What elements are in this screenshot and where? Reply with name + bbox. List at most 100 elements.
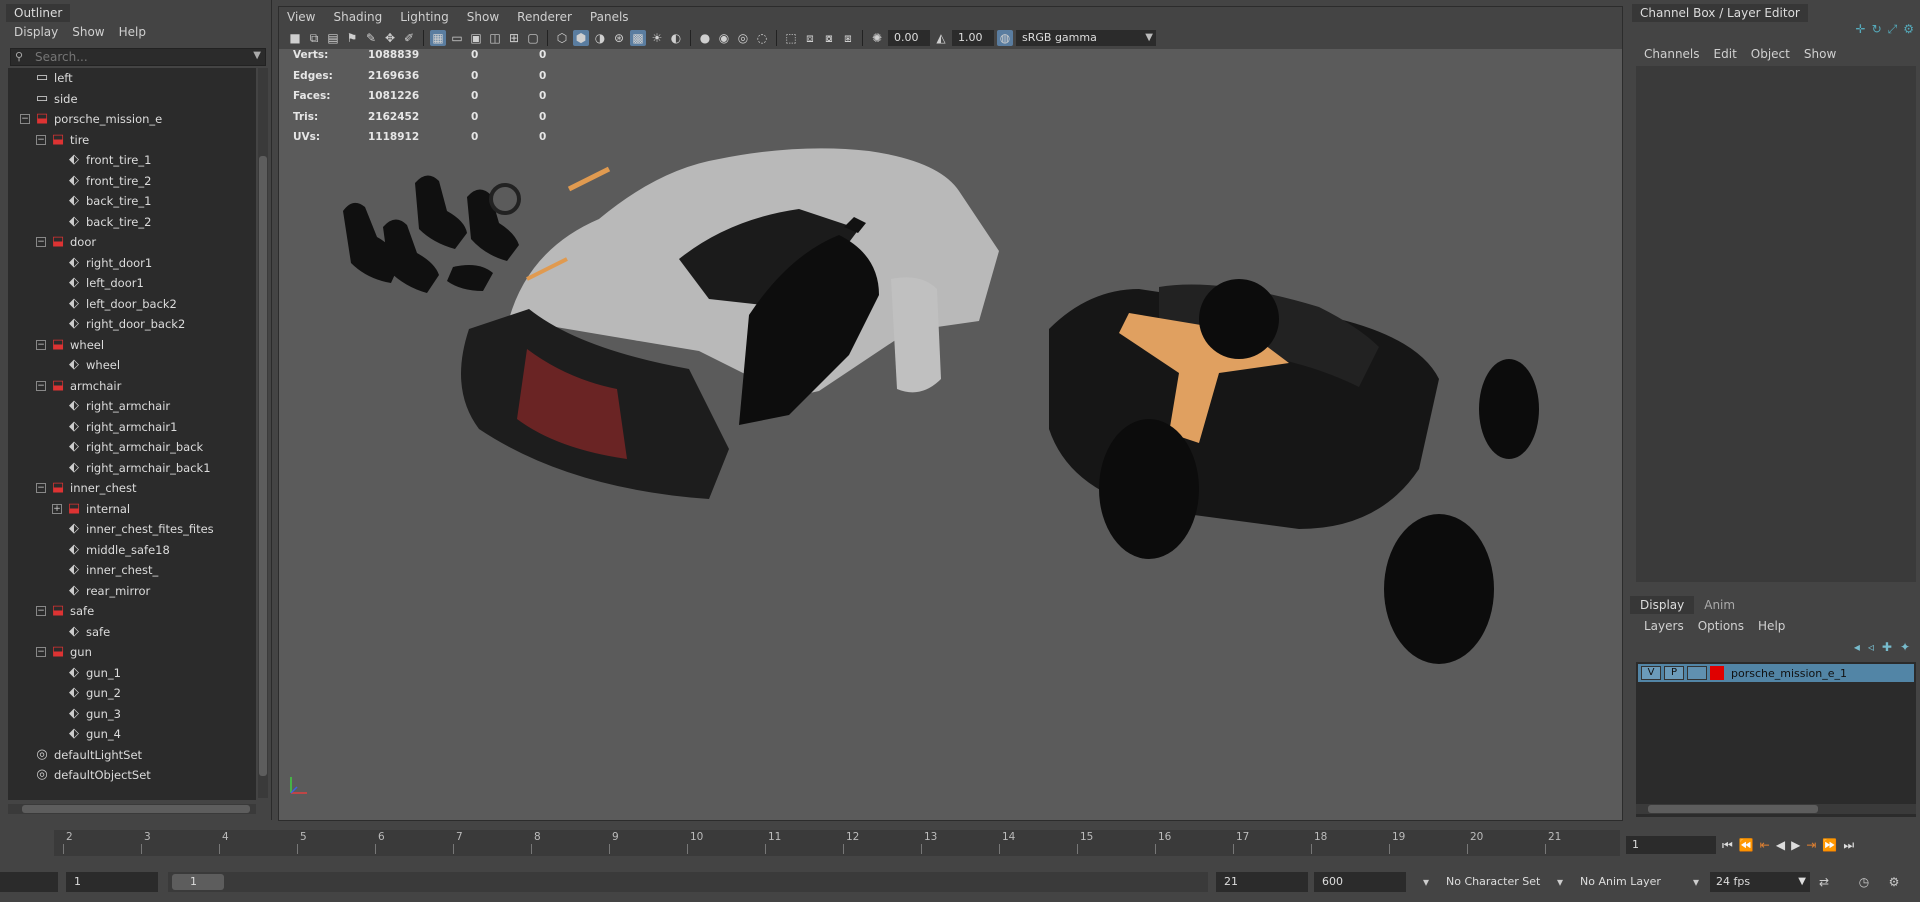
default-material-icon[interactable]: ◑ [592,30,608,46]
auto-key-icon[interactable]: ◷ [1856,874,1872,890]
outliner-item[interactable]: ⬖ back_tire_2 [8,212,256,233]
outliner-item[interactable]: ⬖ left_door1 [8,273,256,294]
outliner-item[interactable]: ⬖ safe [8,622,256,643]
outliner-item[interactable]: ⬖ right_door1 [8,253,256,274]
motion-blur-icon[interactable]: ◉ [716,30,732,46]
loop-icon[interactable]: ⇄ [1816,874,1832,890]
outliner-item[interactable]: ⬖ wheel [8,355,256,376]
go-to-start-icon[interactable]: ⏮ [1722,838,1733,853]
step-forward-key-icon[interactable]: ⏩ [1822,838,1837,852]
animation-preferences-icon[interactable]: ⚙ [1886,874,1902,890]
collapse-icon[interactable]: − [36,134,46,145]
color-management-icon[interactable]: ◍ [997,30,1013,46]
resolution-gate-icon[interactable]: ▣ [468,30,484,46]
le-menu-options[interactable]: Options [1698,616,1744,636]
move-tool-icon[interactable]: ✛ [1856,22,1866,37]
outliner-item[interactable]: ⬖ rear_mirror [8,581,256,602]
rotate-tool-icon[interactable]: ↻ [1872,22,1882,37]
anim-layer-icon[interactable]: ▾ [1552,874,1568,890]
layer-display-type-toggle[interactable] [1687,666,1707,680]
step-back-frame-icon[interactable]: ⇤ [1760,838,1770,852]
outliner-item[interactable]: ⬖ gun_3 [8,704,256,725]
outliner-tab[interactable]: Outliner [6,4,71,22]
image-plane-icon[interactable]: ✎ [363,30,379,46]
outliner-item[interactable]: ⬖ inner_chest_fites_fites [8,519,256,540]
gate-mask-icon[interactable]: ◫ [487,30,503,46]
viewport-menu-lighting[interactable]: Lighting [400,7,449,27]
new-layer-icon[interactable]: ✚ [1882,640,1892,654]
use-all-lights-icon[interactable]: ☀ [649,30,665,46]
outliner-item[interactable]: + ⬓ internal [8,499,256,520]
exposure-icon[interactable]: ✺ [869,30,885,46]
collapse-icon[interactable]: − [36,647,46,657]
move-layer-up-icon[interactable]: ◂ [1854,640,1860,654]
collapse-icon[interactable]: − [36,483,46,493]
outliner-item[interactable]: − ⬓ wheel [8,335,256,356]
isolate-select-icon[interactable]: ⬚ [783,30,799,46]
range-slider-track[interactable]: 1 [168,872,1208,892]
bookmark-icon[interactable]: ▤ [325,30,341,46]
outliner-item[interactable]: ◎ defaultLightSet [8,745,256,766]
viewport-menu-show[interactable]: Show [467,7,499,27]
go-to-end-icon[interactable]: ⏭ [1843,838,1854,853]
gamma-icon[interactable]: ◭ [933,30,949,46]
outliner-item[interactable]: ⬖ right_armchair_back [8,437,256,458]
layer-visibility-toggle[interactable]: V [1641,666,1661,680]
outliner-item[interactable]: ⬖ front_tire_2 [8,171,256,192]
move-layer-down-icon[interactable]: ◃ [1868,640,1874,654]
chevron-down-icon[interactable]: ▼ [253,50,261,61]
outliner-item[interactable]: ⬖ front_tire_1 [8,150,256,171]
playback-end-field[interactable]: 21 [1216,872,1308,892]
outliner-item[interactable]: − ⬓ door [8,232,256,253]
2d-pan-zoom-icon[interactable]: ✥ [382,30,398,46]
cb-menu-channels[interactable]: Channels [1644,44,1700,64]
time-ruler[interactable]: 2 3 4 5 6 7 8 9 10 11 12 13 14 15 16 17 18 19 20 21 [54,830,1620,856]
outliner-item[interactable]: ⬖ right_armchair [8,396,256,417]
xray-components-icon[interactable]: ⧆ [840,30,856,46]
collapse-icon[interactable]: − [20,114,30,124]
scale-tool-icon[interactable]: ⤢ [1888,22,1898,37]
tab-anim[interactable]: Anim [1694,596,1745,614]
cb-menu-edit[interactable]: Edit [1714,44,1737,64]
outliner-menu-display[interactable]: Display [14,22,58,42]
depth-of-field-icon[interactable]: ◌ [754,30,770,46]
settings-icon[interactable]: ⚙ [1903,22,1914,37]
expand-icon[interactable]: + [52,503,62,514]
cb-menu-object[interactable]: Object [1751,44,1790,64]
scene-start-field[interactable] [0,872,58,892]
outliner-vertical-scrollbar[interactable] [258,68,268,798]
outliner-search-box[interactable]: ⚲ ▼ [10,48,266,66]
view-transform-dropdown[interactable]: sRGB gamma ▼ [1016,30,1156,46]
outliner-item[interactable]: ⬖ right_armchair1 [8,417,256,438]
collapse-icon[interactable]: − [36,606,46,616]
play-forwards-icon[interactable]: ▶ [1791,838,1800,852]
le-menu-layers[interactable]: Layers [1644,616,1684,636]
outliner-menu-show[interactable]: Show [72,22,104,42]
outliner-item[interactable]: ▭ side [8,89,256,110]
step-forward-frame-icon[interactable]: ⇥ [1806,838,1816,852]
outliner-item[interactable]: ▭ left [8,68,256,89]
viewport-menu-shading[interactable]: Shading [333,7,382,27]
shadows-icon[interactable]: ◐ [668,30,684,46]
gamma-field[interactable]: 1.00 [952,30,994,46]
outliner-item[interactable]: ⬖ inner_chest_ [8,560,256,581]
screen-space-ao-icon[interactable]: ● [697,30,713,46]
character-set-icon[interactable]: ▾ [1418,874,1434,890]
outliner-item[interactable]: − ⬓ porsche_mission_e [8,109,256,130]
outliner-item[interactable]: ⬖ right_door_back2 [8,314,256,335]
anti-aliasing-icon[interactable]: ◎ [735,30,751,46]
layer-playback-toggle[interactable]: P [1664,666,1684,680]
collapse-icon[interactable]: − [36,237,46,247]
exposure-field[interactable]: 0.00 [888,30,930,46]
playback-start-field[interactable]: 1 [66,872,158,892]
new-layer-from-selection-icon[interactable]: ✦ [1900,640,1910,654]
le-menu-help[interactable]: Help [1758,616,1785,636]
outliner-item[interactable]: ◎ defaultObjectSet [8,765,256,786]
wireframe-on-shaded-icon[interactable]: ⊛ [611,30,627,46]
outliner-item[interactable]: ⬖ gun_2 [8,683,256,704]
collapse-icon[interactable]: − [36,339,46,350]
select-camera-icon[interactable]: ■ [287,30,303,46]
outliner-item[interactable]: ⬖ left_door_back2 [8,294,256,315]
xray-icon[interactable]: ⧈ [802,30,818,46]
tab-display[interactable]: Display [1630,596,1695,614]
